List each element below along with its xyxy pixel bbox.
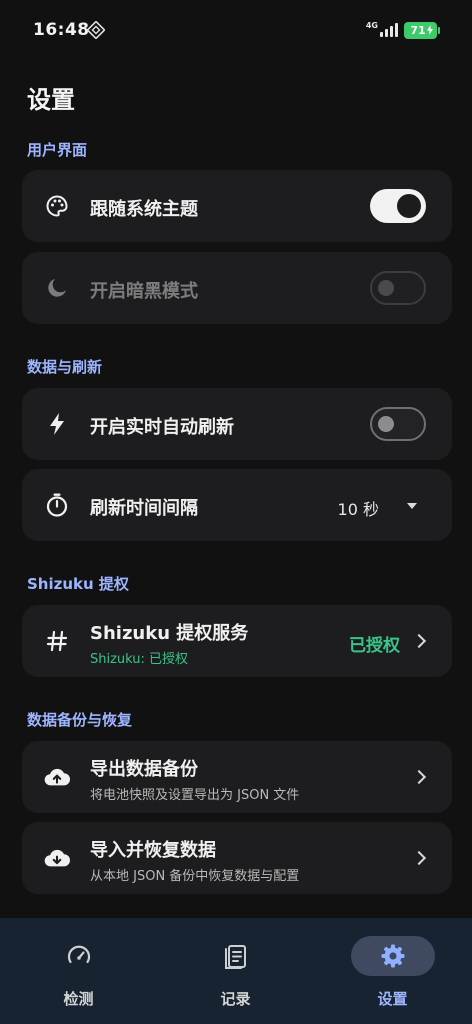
bottom-navigation: 检测 记录 设置 [0, 918, 472, 1024]
nav-icon-container [194, 936, 278, 976]
nav-label-settings: 设置 [377, 990, 408, 1008]
nav-label-records: 记录 [220, 990, 251, 1008]
shizuku-service-label: Shizuku 提权服务 [90, 623, 249, 644]
nav-item-detect[interactable]: 检测 [0, 918, 157, 1024]
export-backup-label: 导出数据备份 [90, 759, 198, 780]
lightning-icon [44, 411, 70, 437]
shizuku-service-sub: Shizuku: 已授权 [90, 652, 189, 667]
dark-mode-row: 开启暗黑模式 [22, 252, 452, 324]
section-header-backup: 数据备份与恢复 [27, 711, 133, 729]
battery-tip [438, 26, 440, 34]
refresh-interval-value[interactable]: 10 秒 [338, 496, 379, 520]
status-time: 16:48 [33, 20, 90, 40]
battery-indicator: 71 [404, 21, 437, 39]
refresh-interval-label: 刷新时间间隔 [90, 498, 198, 519]
nav-icon-container [350, 936, 435, 976]
follow-system-theme-toggle[interactable] [370, 189, 426, 223]
import-restore-label: 导入并恢复数据 [90, 840, 216, 861]
hash-icon [44, 628, 70, 654]
nav-item-records[interactable]: 记录 [157, 918, 314, 1024]
realtime-refresh-toggle[interactable] [370, 407, 426, 441]
toggle-knob [397, 194, 421, 218]
battery-level: 71 [410, 23, 426, 37]
palette-icon [44, 193, 70, 219]
cloud-download-icon [44, 845, 70, 871]
section-header-ui: 用户界面 [27, 141, 88, 159]
follow-system-theme-row[interactable]: 跟随系统主题 [22, 170, 452, 242]
chevron-right-icon [411, 633, 427, 649]
refresh-interval-row[interactable]: 刷新时间间隔 10 秒 [22, 469, 452, 541]
cloud-upload-icon [44, 764, 70, 790]
export-backup-sub: 将电池快照及设置导出为 JSON 文件 [90, 788, 300, 803]
nav-item-settings[interactable]: 设置 [314, 918, 471, 1024]
dark-mode-toggle [370, 271, 426, 305]
import-restore-sub: 从本地 JSON 备份中恢复数据与配置 [90, 869, 300, 884]
toggle-knob [378, 416, 394, 432]
toggle-knob [378, 280, 394, 296]
timer-icon [44, 492, 70, 518]
speedometer-icon [67, 945, 90, 964]
network-type: 4G [365, 20, 378, 30]
document-list-icon [224, 945, 246, 969]
nav-icon-container [37, 936, 121, 976]
shizuku-service-row[interactable]: Shizuku 提权服务 Shizuku: 已授权 已授权 [22, 605, 452, 677]
chevron-right-icon [411, 850, 427, 866]
realtime-refresh-row[interactable]: 开启实时自动刷新 [22, 388, 452, 460]
shizuku-status: 已授权 [349, 636, 400, 656]
realtime-refresh-label: 开启实时自动刷新 [90, 417, 234, 438]
charging-icon [426, 25, 433, 35]
signal-icon [380, 23, 398, 37]
nav-label-detect: 检测 [63, 990, 94, 1008]
chevron-right-icon [411, 769, 427, 785]
section-header-data-refresh: 数据与刷新 [27, 358, 103, 376]
app-notification-icon [87, 21, 105, 39]
dropdown-caret-icon[interactable] [407, 503, 417, 509]
follow-system-theme-label: 跟随系统主题 [90, 199, 198, 220]
export-backup-row[interactable]: 导出数据备份 将电池快照及设置导出为 JSON 文件 [22, 741, 452, 813]
page-title: 设置 [27, 86, 75, 114]
import-restore-row[interactable]: 导入并恢复数据 从本地 JSON 备份中恢复数据与配置 [22, 822, 452, 894]
gear-icon [381, 944, 404, 968]
section-header-shizuku: Shizuku 提权 [27, 575, 129, 593]
status-bar: 16:48 4G 71 [0, 0, 472, 62]
moon-icon [44, 275, 70, 301]
dark-mode-label: 开启暗黑模式 [90, 281, 198, 302]
